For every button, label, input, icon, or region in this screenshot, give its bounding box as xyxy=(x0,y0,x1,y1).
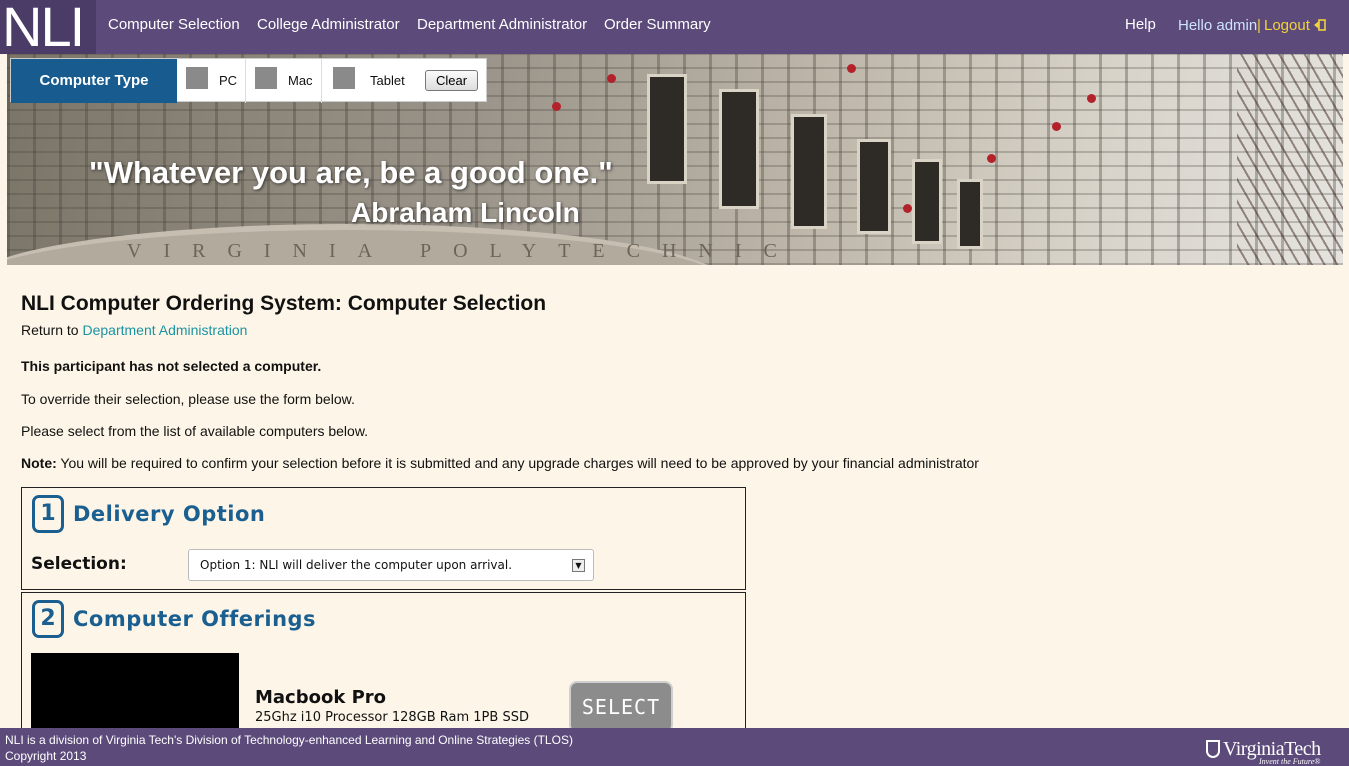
filter-option-tablet[interactable]: Tablet xyxy=(322,59,416,103)
logout-icon xyxy=(1314,19,1326,31)
berry xyxy=(987,154,996,163)
computer-type-filter: Computer Type PC Mac Tablet Clear xyxy=(10,58,487,103)
vt-shield-icon xyxy=(1206,740,1220,758)
nav-department-administrator[interactable]: Department Administrator xyxy=(417,16,587,33)
berry xyxy=(607,74,616,83)
tablet-checkbox[interactable] xyxy=(333,67,355,89)
page-title: NLI Computer Ordering System: Computer S… xyxy=(21,292,547,315)
department-administration-link[interactable]: Department Administration xyxy=(82,322,247,338)
footer-copyright: Copyright 2013 xyxy=(5,749,87,763)
product-name: Macbook Pro xyxy=(255,687,387,708)
product-spec: 25Ghz i10 Processor 128GB Ram 1PB SSD xyxy=(255,710,529,725)
delivery-title: Delivery Option xyxy=(73,502,266,526)
return-prefix: Return to xyxy=(21,322,79,338)
select-product-button[interactable]: SELECT xyxy=(569,681,673,733)
instruction-text: Please select from the list of available… xyxy=(21,423,369,439)
computer-type-label: Computer Type xyxy=(11,59,177,103)
step-number: 2 xyxy=(32,600,64,638)
nav-computer-selection[interactable]: Computer Selection xyxy=(108,16,240,33)
window xyxy=(957,179,983,249)
nav-order-summary[interactable]: Order Summary xyxy=(604,16,711,33)
banner-author: Abraham Lincoln xyxy=(351,197,580,228)
note-label: Note: xyxy=(21,455,57,471)
delivery-option-section: 1 Delivery Option Selection: Option 1: N… xyxy=(21,487,746,590)
tablet-label: Tablet xyxy=(370,73,405,88)
step-number: 1 xyxy=(32,495,64,533)
note-text: Note: You will be required to confirm yo… xyxy=(21,455,979,471)
filter-option-pc[interactable]: PC xyxy=(177,59,246,103)
berry xyxy=(903,204,912,213)
banner-quote: "Whatever you are, be a good one." xyxy=(89,155,613,190)
logout-label: Logout xyxy=(1264,17,1310,34)
pc-label: PC xyxy=(219,73,238,88)
computer-offerings-section: 2 Computer Offerings Macbook Pro 25Ghz i… xyxy=(21,592,746,733)
berry xyxy=(1087,94,1096,103)
window xyxy=(647,74,687,184)
window xyxy=(857,139,891,234)
chevron-down-icon[interactable]: ▼ xyxy=(572,559,585,572)
product-image xyxy=(31,653,239,733)
offerings-title: Computer Offerings xyxy=(73,607,317,631)
top-nav: NLI Computer Selection College Administr… xyxy=(0,0,1349,55)
help-link[interactable]: Help xyxy=(1125,16,1156,33)
selection-label: Selection: xyxy=(31,554,127,574)
berry xyxy=(1052,122,1061,131)
pc-checkbox[interactable] xyxy=(186,67,208,89)
delivery-selected-value: Option 1: NLI will deliver the computer … xyxy=(200,558,513,572)
filter-option-mac[interactable]: Mac xyxy=(246,59,322,103)
inscription: VIRGINIA POLYTECHNIC xyxy=(127,240,799,262)
selection-status: This participant has not selected a comp… xyxy=(21,358,322,374)
window xyxy=(912,159,942,244)
return-line: Return to Department Administration xyxy=(21,322,247,338)
tree-branches xyxy=(1237,54,1343,265)
mac-label: Mac xyxy=(288,73,313,88)
footer: NLI is a division of Virginia Tech's Div… xyxy=(0,728,1349,766)
nav-separator: | xyxy=(1257,17,1261,34)
vt-tagline: Invent the Future® xyxy=(1259,757,1321,766)
window xyxy=(791,114,827,229)
user-greeting: Hello admin xyxy=(1178,17,1258,34)
nav-college-administrator[interactable]: College Administrator xyxy=(257,16,400,33)
footer-division: NLI is a division of Virginia Tech's Div… xyxy=(5,733,573,747)
berry xyxy=(552,102,561,111)
override-text: To override their selection, please use … xyxy=(21,391,355,407)
mac-checkbox[interactable] xyxy=(255,67,277,89)
delivery-select[interactable]: Option 1: NLI will deliver the computer … xyxy=(188,549,594,581)
logout-link[interactable]: Logout xyxy=(1264,17,1326,34)
clear-filter-button[interactable]: Clear xyxy=(425,70,478,91)
window xyxy=(719,89,759,209)
nli-logo[interactable]: NLI xyxy=(2,0,85,55)
berry xyxy=(847,64,856,73)
note-body: You will be required to confirm your sel… xyxy=(56,455,979,471)
